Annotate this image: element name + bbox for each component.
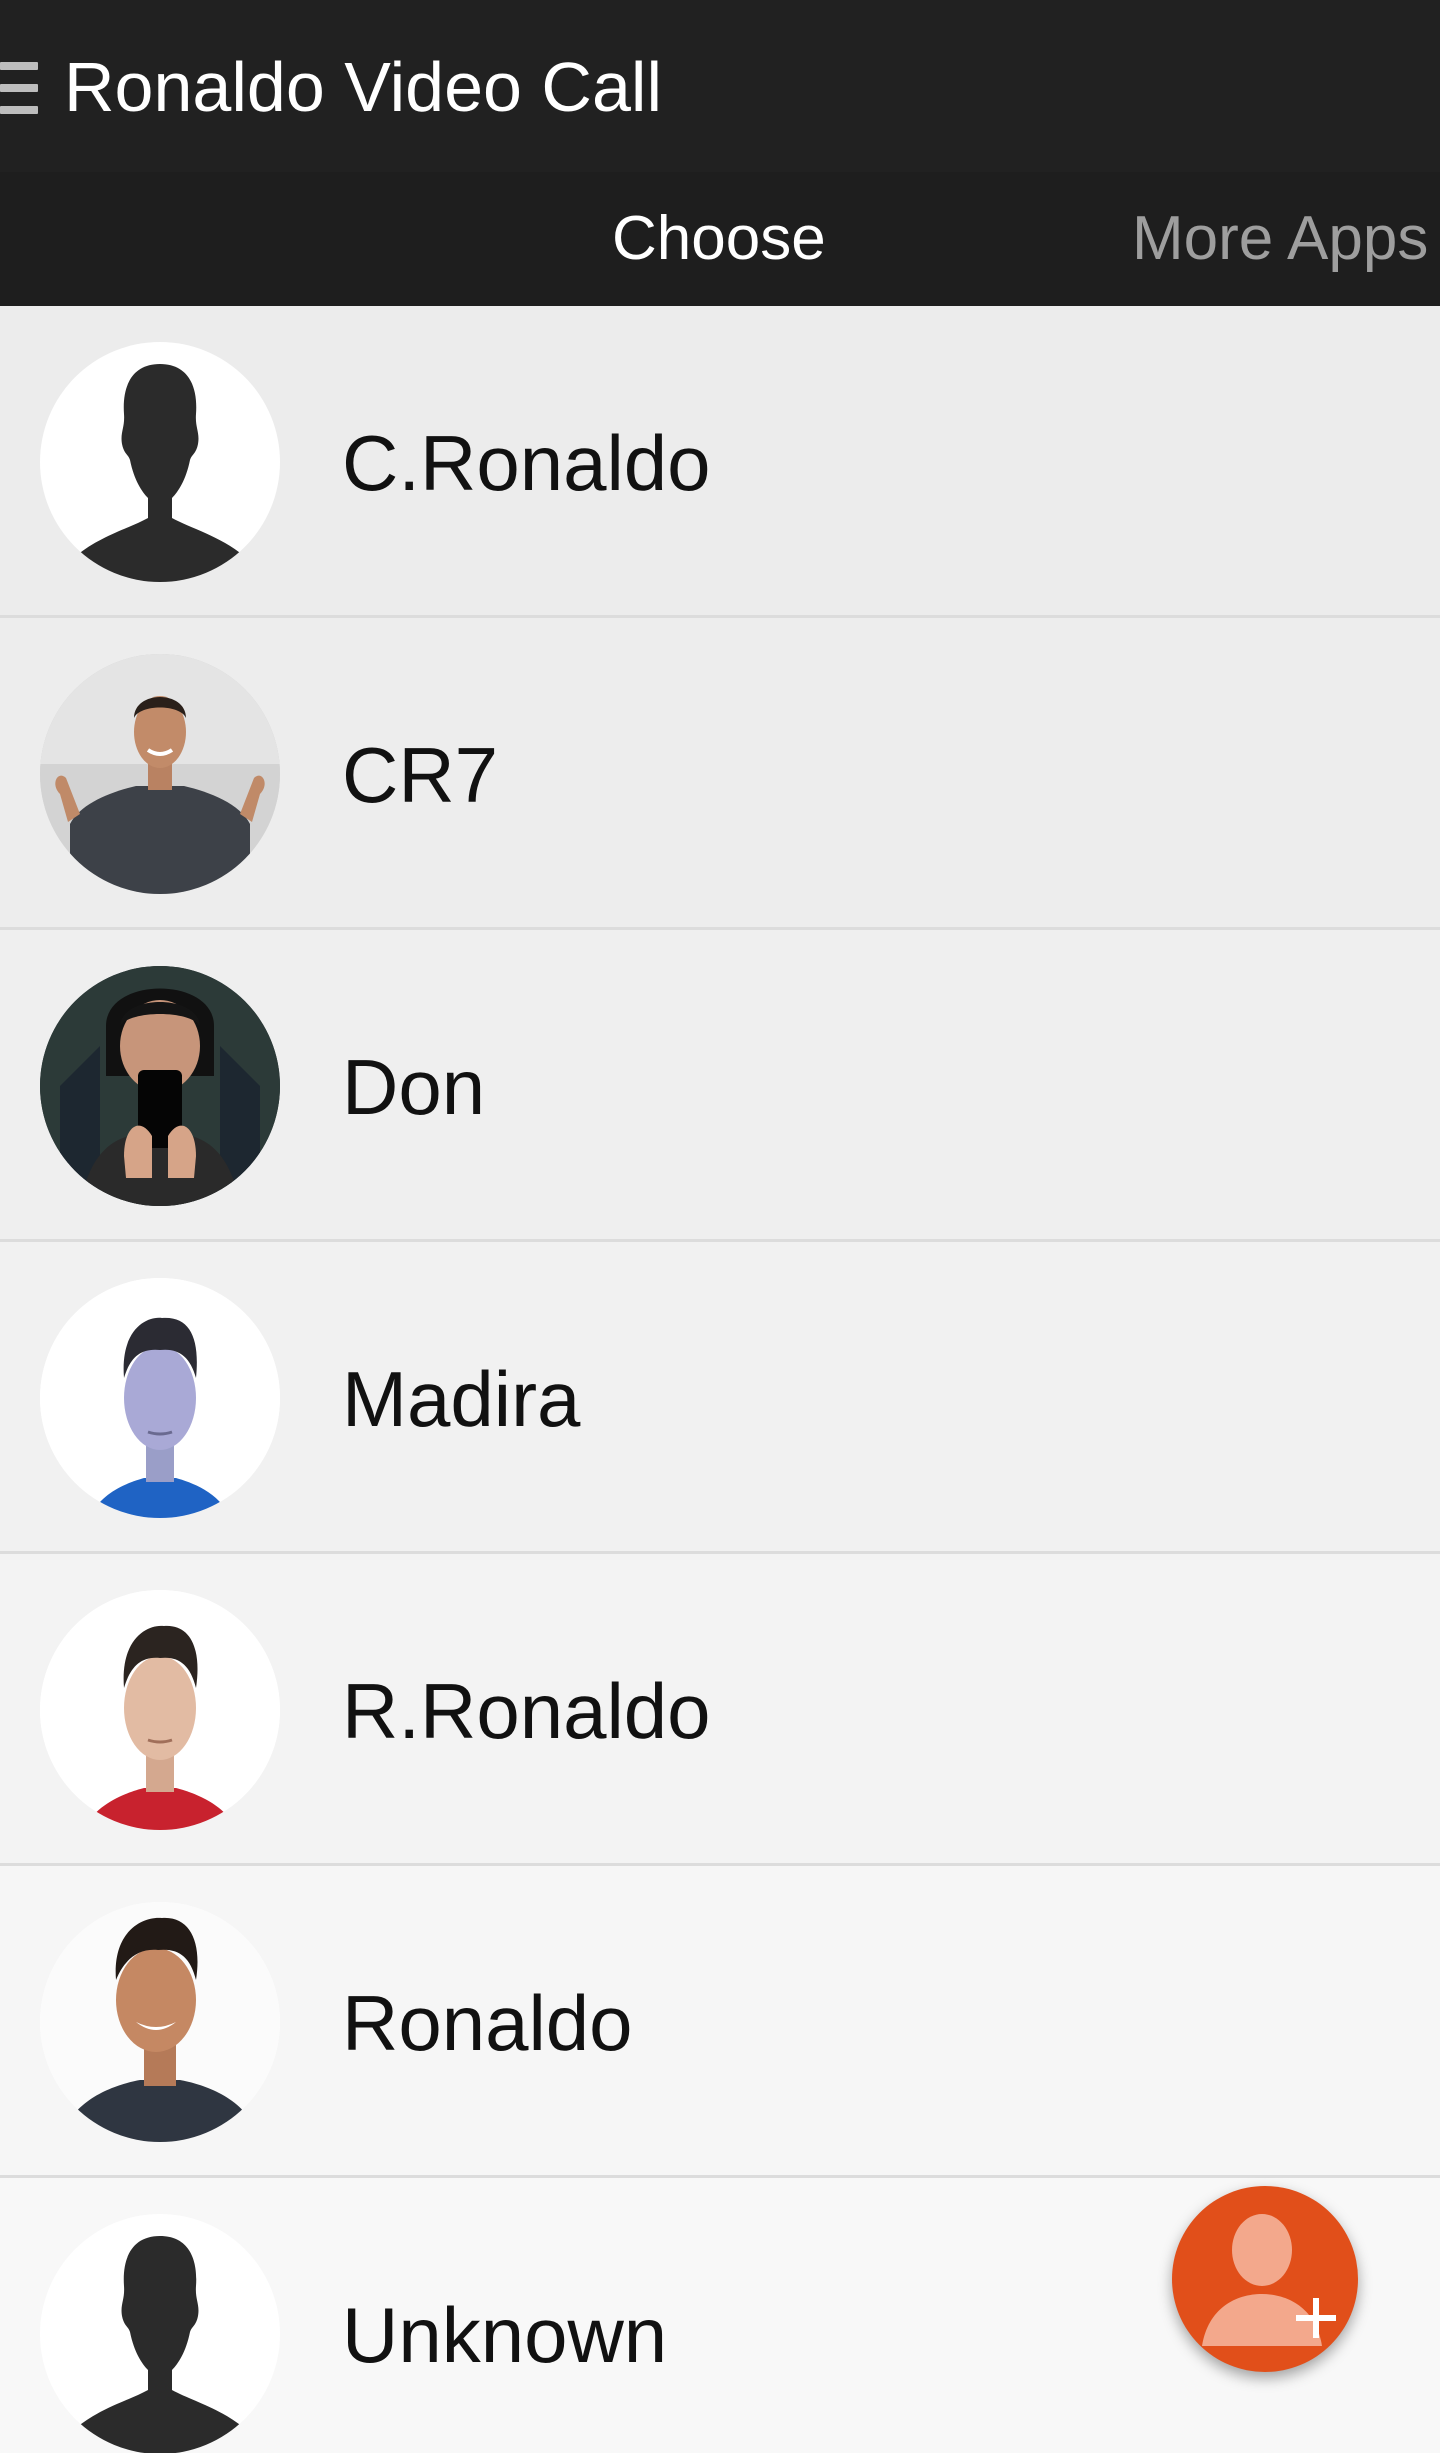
tab-more-apps[interactable]: More Apps — [1132, 202, 1428, 276]
contact-list: C.Ronaldo CR7 Don Madira R.Ronaldo Ronal… — [0, 306, 1440, 2453]
contact-row[interactable]: CR7 — [0, 618, 1440, 930]
app-bar: Ronaldo Video Call — [0, 0, 1440, 172]
hamburger-menu-icon[interactable] — [0, 62, 38, 116]
contact-row[interactable]: Ronaldo — [0, 1866, 1440, 2178]
contact-name: Don — [342, 1043, 486, 1131]
silhouette-avatar — [40, 342, 280, 582]
photo-avatar — [40, 966, 280, 1206]
contact-name: Unknown — [342, 2291, 668, 2379]
photo-avatar — [40, 654, 280, 894]
contact-row[interactable]: C.Ronaldo — [0, 306, 1440, 618]
contact-row[interactable]: Don — [0, 930, 1440, 1242]
contact-name: R.Ronaldo — [342, 1667, 711, 1755]
photo-avatar — [40, 1902, 280, 2142]
contact-name: C.Ronaldo — [342, 419, 711, 507]
photo-avatar — [40, 1590, 280, 1830]
contact-name: Madira — [342, 1355, 581, 1443]
tab-bar: Choose More Apps — [0, 172, 1440, 306]
contact-row[interactable]: R.Ronaldo — [0, 1554, 1440, 1866]
contact-name: Ronaldo — [342, 1979, 633, 2067]
person-silhouette-icon — [76, 2236, 244, 2453]
add-contact-icon — [1202, 2214, 1336, 2346]
add-contact-button[interactable] — [1172, 2186, 1358, 2372]
app-title: Ronaldo Video Call — [64, 48, 663, 126]
person-silhouette-icon — [76, 364, 244, 582]
tab-choose[interactable]: Choose — [612, 202, 826, 276]
photo-avatar — [40, 1278, 280, 1518]
contact-name: CR7 — [342, 731, 499, 819]
contact-row[interactable]: Madira — [0, 1242, 1440, 1554]
silhouette-avatar — [40, 2214, 280, 2453]
